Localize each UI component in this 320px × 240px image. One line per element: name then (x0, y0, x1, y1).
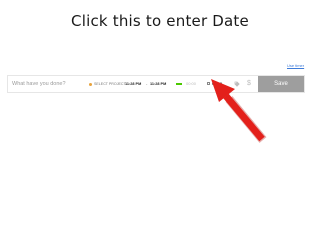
project-dot-icon (89, 82, 92, 86)
select-project-button[interactable]: SELECT PROJECT (89, 76, 126, 92)
description-input[interactable]: What have you done? (12, 76, 66, 92)
use-timer-link[interactable]: Use timer (287, 63, 304, 68)
time-entry-bar: What have you done? SELECT PROJECT 11:28… (7, 75, 305, 93)
red-arrow-icon (211, 79, 267, 143)
date-label: 04/23 (212, 81, 223, 86)
start-time-field[interactable]: 11:28 PM (125, 76, 141, 92)
duration-indicator (176, 83, 182, 85)
end-time-field[interactable]: 11:28 PM (150, 76, 166, 92)
time-separator: - (146, 81, 148, 86)
save-button[interactable]: Save (258, 76, 304, 92)
tag-icon[interactable] (234, 81, 240, 87)
date-picker-button[interactable]: 04/23 (207, 76, 222, 92)
calendar-icon (207, 82, 210, 86)
dollar-icon[interactable]: $ (247, 76, 251, 92)
select-project-label: SELECT PROJECT (94, 82, 126, 86)
slide-title: Click this to enter Date (71, 12, 249, 30)
duration-field[interactable]: 00:00 (186, 76, 196, 92)
